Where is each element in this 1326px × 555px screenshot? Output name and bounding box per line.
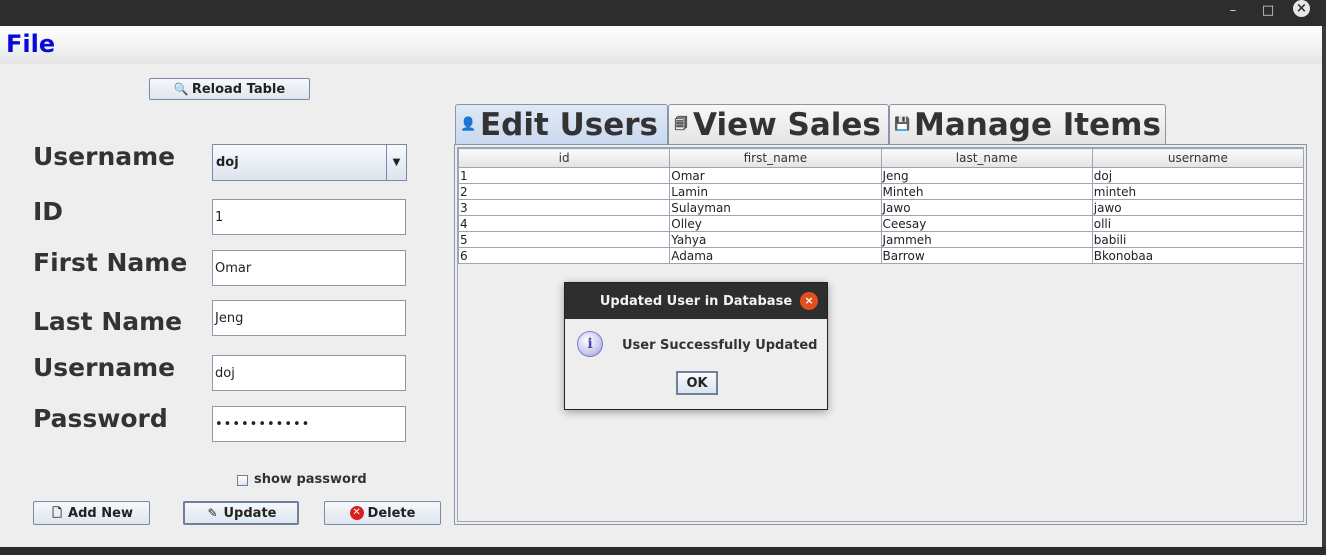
column-header-username[interactable]: username: [1091, 148, 1305, 168]
table-cell-first-name[interactable]: Lamin: [669, 183, 882, 200]
last-name-field[interactable]: Jeng: [212, 300, 406, 336]
username-label: Username: [33, 353, 176, 382]
update-button[interactable]: ✎ Update: [183, 501, 299, 525]
id-label: ID: [33, 197, 64, 226]
table-cell-first-name[interactable]: Yahya: [669, 231, 882, 248]
tab-edit-users-label: Edit Users: [480, 106, 658, 143]
table-row[interactable]: 3 Sulayman Jawo jawo: [457, 199, 1305, 216]
user-icon: 👤: [460, 116, 477, 132]
delete-label: Delete: [367, 505, 416, 521]
table-cell-username[interactable]: doj: [1091, 167, 1305, 184]
table-cell-id[interactable]: 5: [457, 231, 671, 248]
table-row[interactable]: 1 Omar Jeng doj: [457, 167, 1305, 184]
column-header-last-name[interactable]: last_name: [880, 148, 1093, 168]
table-row[interactable]: 5 Yahya Jammeh babili: [457, 231, 1305, 248]
column-header-id[interactable]: id: [457, 148, 671, 168]
last-name-label: Last Name: [33, 307, 183, 336]
dialog-close-icon[interactable]: ×: [800, 292, 818, 310]
table-cell-id[interactable]: 4: [457, 215, 671, 232]
show-password-label[interactable]: show password: [254, 472, 367, 487]
save-icon: 💾: [894, 116, 911, 132]
first-name-field[interactable]: Omar: [212, 250, 406, 286]
table-cell-id[interactable]: 1: [457, 167, 671, 184]
window-close-button[interactable]: ×: [1293, 0, 1310, 17]
chevron-down-icon[interactable]: ▼: [386, 145, 406, 180]
reload-table-button[interactable]: 🔍 Reload Table: [149, 78, 310, 100]
table-cell-last-name[interactable]: Ceesay: [880, 215, 1093, 232]
table-row[interactable]: 4 Olley Ceesay olli: [457, 215, 1305, 232]
tab-edit-users[interactable]: 👤 Edit Users: [455, 104, 668, 144]
table-cell-last-name[interactable]: Jawo: [880, 199, 1093, 216]
menu-file[interactable]: File: [6, 30, 55, 58]
delete-button[interactable]: ✕ Delete: [324, 501, 441, 525]
table-cell-first-name[interactable]: Olley: [669, 215, 882, 232]
window-bottom-edge: [0, 547, 1326, 555]
sales-icon: 🗐: [674, 116, 688, 132]
table-cell-id[interactable]: 6: [457, 247, 671, 264]
dialog-message: User Successfully Updated: [622, 338, 818, 353]
add-new-label: Add New: [68, 505, 133, 521]
username-combo-label: Username: [33, 142, 176, 171]
ok-button[interactable]: OK: [676, 371, 718, 395]
users-table[interactable]: id first_name last_name username 1 Omar Je…: [457, 148, 1305, 264]
first-name-label: First Name: [33, 248, 188, 277]
menu-bar: File: [0, 26, 1322, 65]
table-cell-username[interactable]: jawo: [1091, 199, 1305, 216]
window-titlebar: – □ ×: [0, 0, 1326, 26]
username-combo-value: doj: [216, 155, 239, 170]
show-password-checkbox[interactable]: [237, 475, 248, 486]
add-new-button[interactable]: 🗋 Add New: [33, 501, 150, 525]
dialog-title: Updated User in Database: [565, 283, 827, 319]
delete-icon: ✕: [349, 506, 364, 520]
info-icon: i: [577, 331, 603, 357]
minimize-button[interactable]: –: [1223, 2, 1243, 20]
edit-icon: ✎: [207, 506, 218, 520]
table-cell-username[interactable]: babili: [1091, 231, 1305, 248]
table-header-row: id first_name last_name username: [457, 148, 1305, 168]
password-label: Password: [33, 404, 168, 433]
table-cell-last-name[interactable]: Minteh: [880, 183, 1093, 200]
tab-view-sales-label: View Sales: [693, 106, 881, 143]
tab-manage-items[interactable]: 💾 Manage Items: [889, 104, 1166, 144]
table-row[interactable]: 6 Adama Barrow Bkonobaa: [457, 247, 1305, 264]
table-cell-first-name[interactable]: Adama: [669, 247, 882, 264]
table-cell-first-name[interactable]: Sulayman: [669, 199, 882, 216]
password-field[interactable]: •••••••••••: [212, 406, 406, 442]
table-row[interactable]: 2 Lamin Minteh minteh: [457, 183, 1305, 200]
tab-view-sales[interactable]: 🗐 View Sales: [668, 104, 889, 144]
maximize-button[interactable]: □: [1258, 2, 1278, 20]
search-icon: 🔍: [173, 82, 189, 96]
message-dialog: Updated User in Database × i User Succes…: [564, 282, 828, 410]
id-field[interactable]: 1: [212, 199, 406, 235]
update-label: Update: [223, 505, 277, 521]
table-cell-first-name[interactable]: Omar: [669, 167, 882, 184]
table-cell-username[interactable]: minteh: [1091, 183, 1305, 200]
tab-manage-items-label: Manage Items: [914, 106, 1161, 143]
table-cell-username[interactable]: olli: [1091, 215, 1305, 232]
table-cell-last-name[interactable]: Jeng: [880, 167, 1093, 184]
table-cell-last-name[interactable]: Barrow: [880, 247, 1093, 264]
table-cell-username[interactable]: Bkonobaa: [1091, 247, 1305, 264]
table-cell-last-name[interactable]: Jammeh: [880, 231, 1093, 248]
username-combo[interactable]: doj ▼: [212, 144, 407, 181]
table-cell-id[interactable]: 3: [457, 199, 671, 216]
table-cell-id[interactable]: 2: [457, 183, 671, 200]
reload-table-label: Reload Table: [191, 81, 286, 97]
username-field[interactable]: doj: [212, 355, 406, 391]
column-header-first-name[interactable]: first_name: [669, 148, 882, 168]
new-document-icon: 🗋: [52, 506, 62, 520]
window-edge: [1322, 26, 1326, 547]
